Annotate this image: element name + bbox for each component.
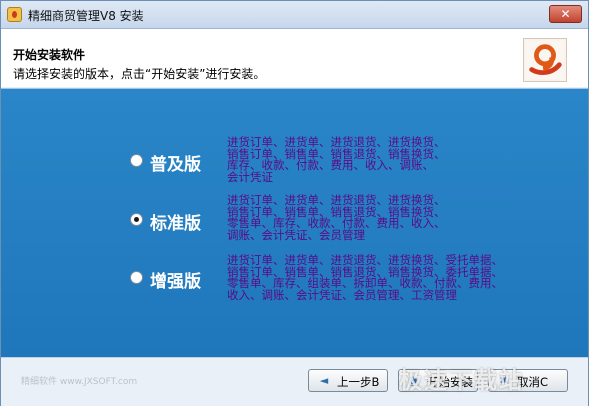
footer-note: 精细软件 www.JXSOFT.com xyxy=(21,377,138,387)
close-button[interactable]: ✕ xyxy=(549,5,582,23)
page-subtitle: 请选择安装的版本，点击“开始安装”进行安装。 xyxy=(13,67,266,81)
edition-basic-features: 进货订单、进货单、进货退货、进货换货、 销售订单、销售单、销售退货、销售换货、 … xyxy=(227,136,446,184)
edition-enhanced-radio[interactable] xyxy=(130,271,143,284)
watermark-text: 极速下载站 xyxy=(399,368,524,394)
back-button-label: 上一步B xyxy=(337,375,380,389)
feature-line: 调账、会计凭证、会员管理 xyxy=(227,227,365,242)
back-button[interactable]: ◄ 上一步B xyxy=(308,369,388,392)
edition-standard-label: 标准版 xyxy=(150,214,201,234)
edition-standard-features: 进货订单、进货单、进货退货、进货换货、 销售订单、销售单、销售退货、销售换货、 … xyxy=(227,194,446,242)
edition-panel: 普及版 进货订单、进货单、进货退货、进货换货、 销售订单、销售单、销售退货、销售… xyxy=(1,88,588,357)
app-icon xyxy=(7,7,22,22)
title-bar[interactable]: 精细商贸管理V8 安装 ✕ xyxy=(1,1,588,29)
brand-logo xyxy=(523,38,567,82)
edition-basic-radio[interactable] xyxy=(130,154,143,167)
page-title: 开始安装软件 xyxy=(13,48,86,62)
feature-line: 会计凭证 xyxy=(227,169,273,184)
edition-basic-label: 普及版 xyxy=(150,155,201,175)
arrow-left-icon: ◄ xyxy=(319,374,329,387)
edition-enhanced-label: 增强版 xyxy=(150,272,201,292)
header-panel: 开始安装软件 请选择安装的版本，点击“开始安装”进行安装。 xyxy=(1,29,588,87)
edition-standard-radio[interactable] xyxy=(130,213,143,226)
feature-line: 收入、调账、会计凭证、会员管理、工资管理 xyxy=(227,287,457,302)
edition-enhanced-features: 进货订单、进货单、进货退货、进货换货、受托单据、 销售订单、销售单、销售退货、销… xyxy=(227,254,503,302)
installer-window: 精细商贸管理V8 安装 ✕ 开始安装软件 请选择安装的版本，点击“开始安装”进行… xyxy=(0,0,589,406)
window-title: 精细商贸管理V8 安装 xyxy=(28,9,144,23)
